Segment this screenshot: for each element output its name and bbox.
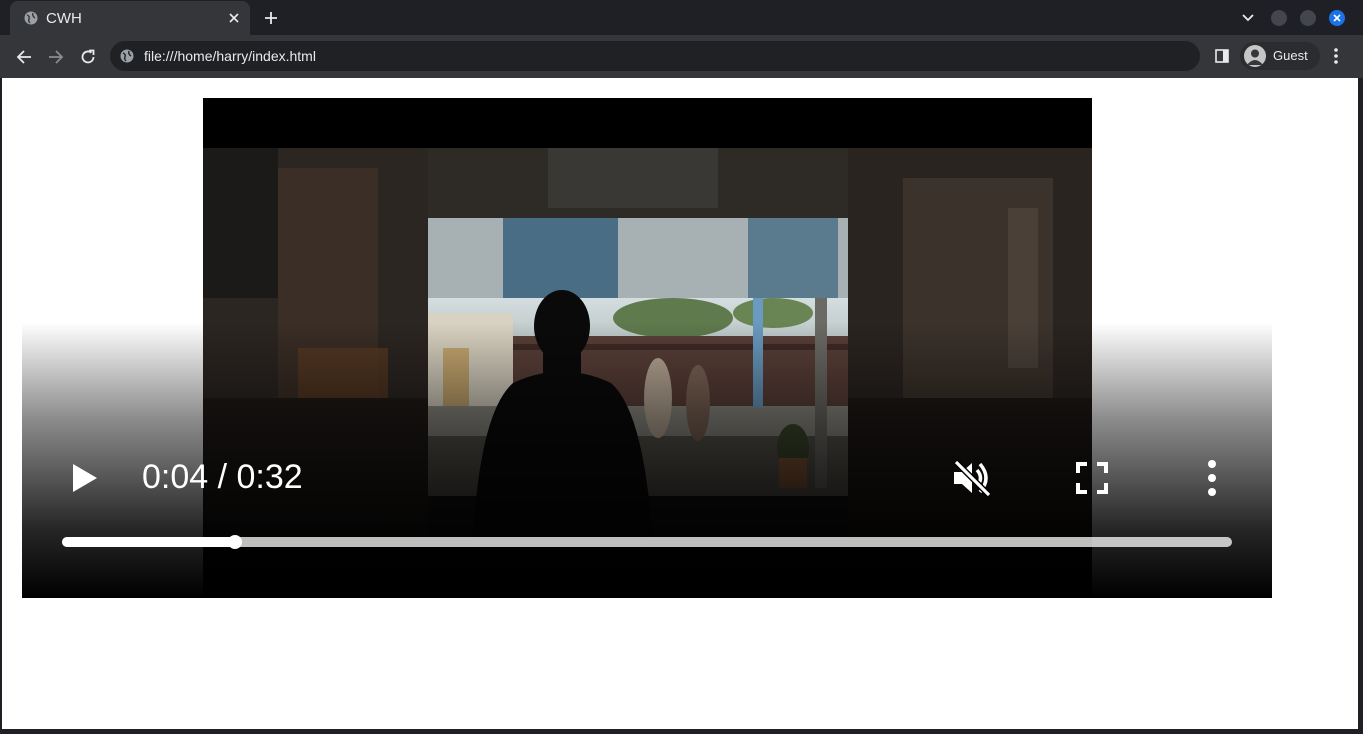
avatar-icon xyxy=(1244,45,1266,67)
browser-tab[interactable]: CWH xyxy=(10,1,250,35)
reload-icon[interactable] xyxy=(76,45,100,69)
globe-icon[interactable] xyxy=(120,49,134,63)
forward-arrow-icon[interactable] xyxy=(44,45,68,69)
back-arrow-icon[interactable] xyxy=(12,45,36,69)
close-window-button[interactable] xyxy=(1329,10,1345,26)
time-display: 0:04 / 0:32 xyxy=(142,458,303,496)
globe-icon xyxy=(24,11,38,25)
address-bar[interactable]: file:///home/harry/index.html xyxy=(110,41,1200,71)
tab-title: CWH xyxy=(46,10,82,27)
page-viewport: 0:04 / 0:32 xyxy=(2,78,1358,729)
profile-button[interactable]: Guest xyxy=(1240,42,1320,70)
volume-muted-icon[interactable] xyxy=(948,456,996,500)
profile-label: Guest xyxy=(1273,48,1308,63)
close-icon xyxy=(1333,14,1341,22)
progress-thumb[interactable] xyxy=(228,535,243,549)
tab-strip: CWH xyxy=(0,0,1363,35)
progress-bar[interactable] xyxy=(62,535,1232,549)
minimize-button[interactable] xyxy=(1271,10,1287,26)
chevron-down-icon[interactable] xyxy=(1238,8,1258,28)
more-vert-icon[interactable] xyxy=(1192,458,1232,498)
url-text[interactable]: file:///home/harry/index.html xyxy=(144,48,316,64)
close-tab-icon[interactable] xyxy=(224,8,244,28)
browser-toolbar: file:///home/harry/index.html Guest xyxy=(0,35,1363,78)
more-vert-icon[interactable] xyxy=(1326,46,1346,66)
progress-fill xyxy=(62,537,236,547)
new-tab-icon[interactable] xyxy=(260,7,282,29)
maximize-button[interactable] xyxy=(1300,10,1316,26)
video-player[interactable]: 0:04 / 0:32 xyxy=(22,98,1272,598)
side-panel-icon[interactable] xyxy=(1212,46,1232,66)
play-icon[interactable] xyxy=(60,456,110,500)
fullscreen-icon[interactable] xyxy=(1070,458,1114,498)
